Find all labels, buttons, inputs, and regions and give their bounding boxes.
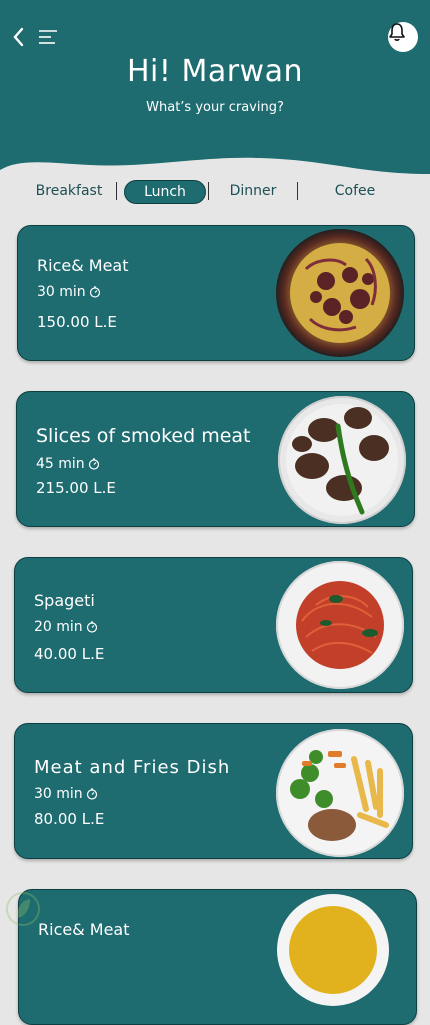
rice-and-meat-image xyxy=(276,229,404,357)
greeting-title: Hi! Marwan xyxy=(127,54,303,89)
dish-name: Slices of smoked meat xyxy=(36,425,251,447)
dish-time-text: 30 min xyxy=(37,284,86,300)
dish-time: 30 min xyxy=(34,786,98,802)
dish-time-text: 20 min xyxy=(34,619,83,635)
tab-dinner[interactable]: Dinner xyxy=(222,180,284,202)
category-tabs: Breakfast Lunch Dinner Cofee xyxy=(0,178,430,204)
food-photo xyxy=(289,906,377,994)
stopwatch-icon xyxy=(89,286,100,298)
craving-subtitle: What’s your craving? xyxy=(146,100,284,115)
dish-price: 215.00 L.E xyxy=(36,479,116,497)
food-photo xyxy=(286,404,398,516)
stopwatch-icon xyxy=(86,621,97,633)
dish-name: Meat and Fries Dish xyxy=(34,757,231,778)
stopwatch-icon xyxy=(88,458,99,470)
dish-name: Rice& Meat xyxy=(38,920,130,939)
smoked-meat-image xyxy=(278,396,406,524)
chevron-left-icon xyxy=(13,27,24,47)
dish-card[interactable]: Spageti 20 min 40.00 L.E xyxy=(14,557,413,693)
leaf-watermark-icon xyxy=(6,892,40,926)
stopwatch-icon xyxy=(86,788,97,800)
tab-lunch[interactable]: Lunch xyxy=(124,180,206,204)
meat-and-fries-image xyxy=(276,729,404,857)
dish-card[interactable]: Rice& Meat xyxy=(18,889,417,1025)
food-photo xyxy=(296,581,384,669)
dish-price: 40.00 L.E xyxy=(34,645,105,663)
tab-cofee[interactable]: Cofee xyxy=(322,180,388,202)
rice-image xyxy=(277,894,389,1006)
dish-time-text: 30 min xyxy=(34,786,83,802)
dish-time: 30 min xyxy=(37,284,101,300)
spaghetti-image xyxy=(276,561,404,689)
menu-lines-icon xyxy=(39,30,57,44)
header-background xyxy=(0,0,430,174)
dish-price: 150.00 L.E xyxy=(37,313,117,331)
dish-name: Spageti xyxy=(34,591,95,610)
notifications-button[interactable] xyxy=(388,22,418,52)
menu-button[interactable] xyxy=(38,28,60,46)
header: Hi! Marwan What’s your craving? xyxy=(0,0,430,180)
tab-separator xyxy=(208,182,209,200)
dish-name: Rice& Meat xyxy=(37,256,129,275)
dish-time-text: 45 min xyxy=(36,456,85,472)
tab-separator xyxy=(297,182,298,200)
bell-icon xyxy=(389,23,405,41)
food-photo xyxy=(290,750,389,841)
dish-card[interactable]: Rice& Meat 30 min 150.00 L.E xyxy=(17,225,415,361)
tab-breakfast[interactable]: Breakfast xyxy=(30,180,108,202)
food-photo xyxy=(290,243,390,343)
dish-time: 20 min xyxy=(34,619,98,635)
back-button[interactable] xyxy=(10,26,28,48)
dish-card[interactable]: Slices of smoked meat 45 min 215.00 L.E xyxy=(16,391,415,527)
dish-time: 45 min xyxy=(36,456,100,472)
dish-card[interactable]: Meat and Fries Dish 30 min 80.00 L.E xyxy=(14,723,413,859)
tab-separator xyxy=(116,182,117,200)
dish-price: 80.00 L.E xyxy=(34,810,105,828)
